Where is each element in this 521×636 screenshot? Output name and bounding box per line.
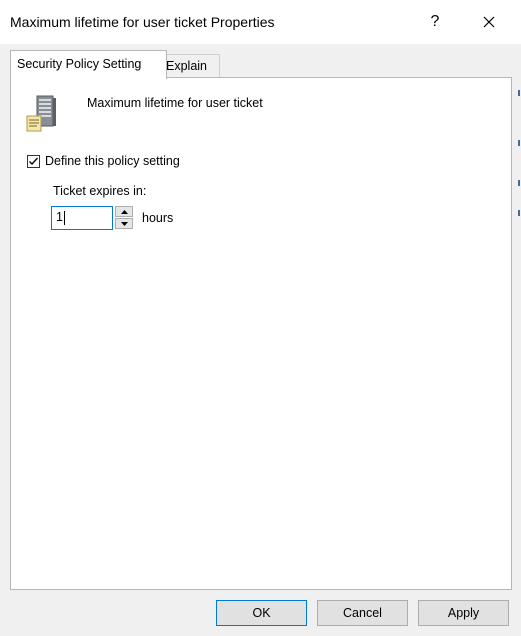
close-button[interactable] (466, 0, 512, 44)
define-policy-row[interactable]: Define this policy setting (27, 154, 180, 168)
edge-mark (518, 90, 520, 96)
edge-mark (518, 210, 520, 216)
arrow-down-icon (120, 221, 128, 226)
apply-button[interactable]: Apply (418, 600, 509, 626)
help-button[interactable]: ? (412, 0, 458, 44)
ticket-expires-value: 1 (56, 210, 63, 224)
policy-name: Maximum lifetime for user ticket (87, 96, 263, 110)
define-policy-checkbox[interactable] (27, 154, 40, 168)
unit-label: hours (142, 211, 174, 225)
define-policy-label: Define this policy setting (45, 154, 180, 168)
spin-down-button[interactable] (115, 218, 133, 229)
text-caret (63, 210, 65, 225)
ticket-expires-spinner (115, 206, 133, 230)
ticket-expires-label: Ticket expires in: (53, 184, 147, 198)
title-bar: Maximum lifetime for user ticket Propert… (0, 0, 521, 44)
edge-mark (518, 180, 520, 186)
server-policy-icon (26, 95, 56, 132)
ok-button[interactable]: OK (216, 600, 307, 626)
tab-panel: Maximum lifetime for user ticket Define … (10, 77, 512, 590)
edge-mark (518, 140, 520, 146)
tab-security-policy-setting[interactable]: Security Policy Setting (10, 50, 167, 79)
properties-dialog: Maximum lifetime for user ticket Propert… (0, 0, 521, 636)
background-window-edge (516, 60, 521, 260)
dialog-title: Maximum lifetime for user ticket Propert… (10, 14, 275, 30)
ticket-expires-input[interactable]: 1 (51, 206, 113, 230)
arrow-up-icon (120, 209, 128, 214)
tab-explain[interactable]: Explain (159, 54, 220, 78)
checkmark-icon (29, 157, 38, 165)
close-icon (483, 16, 495, 28)
spin-up-button[interactable] (115, 206, 133, 217)
cancel-button[interactable]: Cancel (317, 600, 408, 626)
